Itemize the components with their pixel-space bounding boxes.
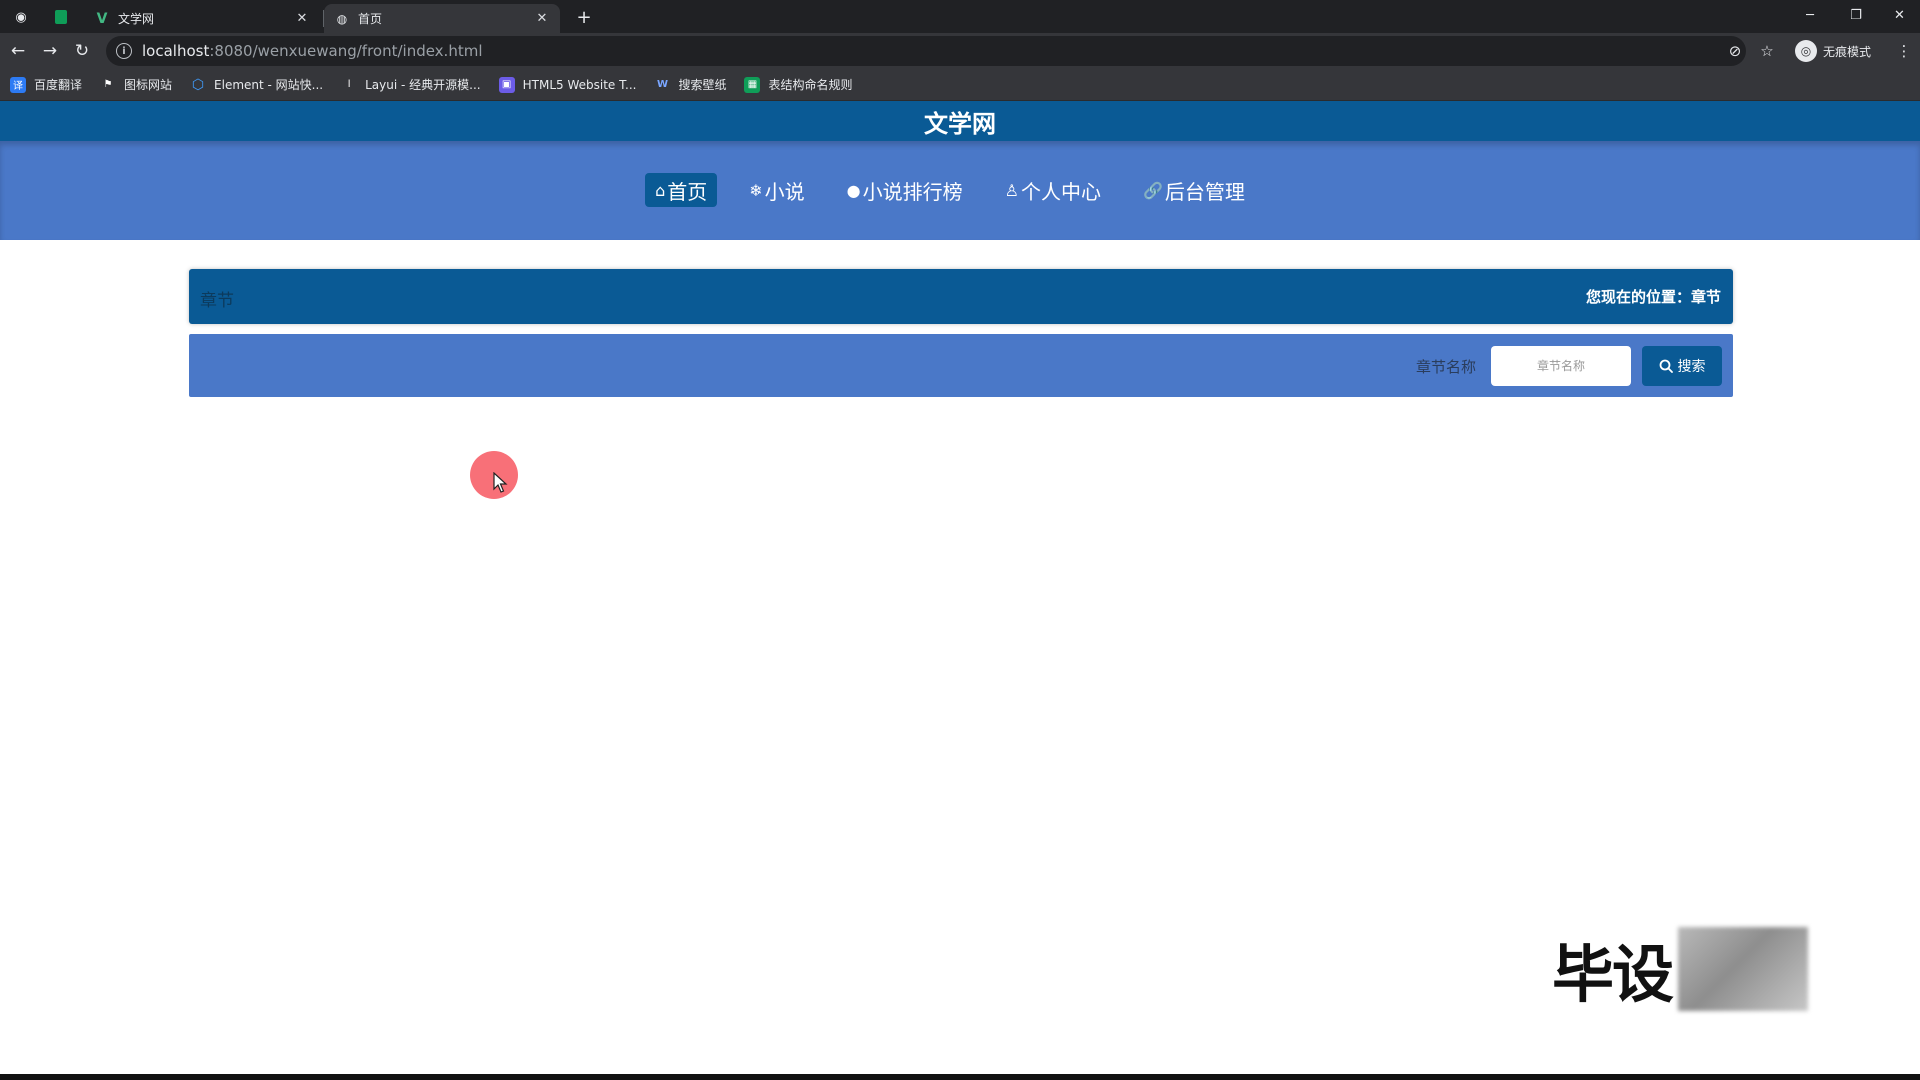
- breadcrumb: 章节 您现在的位置：章节: [189, 269, 1733, 324]
- watermark: 毕设: [1552, 926, 1816, 1012]
- globe-icon: ◍: [336, 11, 348, 26]
- nav-label: 小说: [764, 179, 805, 204]
- incognito-profile-button[interactable]: ◎ 无痕模式: [1795, 39, 1871, 63]
- main-nav: ⌂ 首页 ❄ 小说 ● 小说排行榜 ♙ 个人中心 🔗 后台管理: [0, 173, 1920, 207]
- screen-bottom-edge: [0, 1074, 1920, 1080]
- site-header: 文学网: [0, 101, 1920, 141]
- bookmark-item[interactable]: W 搜索壁纸: [654, 76, 727, 93]
- flag-icon: ⚑: [103, 79, 113, 90]
- bookmark-item[interactable]: ⚑ 图标网站: [100, 76, 173, 93]
- bookmark-label: 表结构命名规则: [768, 78, 853, 92]
- snowflake-icon: ❄: [749, 180, 763, 200]
- nav-label: 小说排行榜: [862, 179, 963, 204]
- tab-wenxuewang[interactable]: V 文学网 ✕: [84, 4, 320, 33]
- element-logo-icon: ⬡: [191, 76, 205, 93]
- pinned-tab-sheets-icon[interactable]: [50, 6, 72, 28]
- layui-logo-icon: l: [347, 79, 351, 90]
- section-title: 章节: [200, 291, 234, 311]
- nav-item-ranking[interactable]: ● 小说排行榜: [837, 173, 973, 207]
- search-button-label: 搜索: [1677, 359, 1706, 375]
- bookmark-label: Element - 网站快...: [214, 78, 324, 92]
- url-host: localhost: [142, 42, 210, 60]
- tab-title: 文学网: [118, 12, 155, 26]
- url-path: :8080/wenxuewang/front/index.html: [209, 42, 483, 60]
- bookmark-label: 百度翻译: [34, 78, 83, 92]
- browser-toolbar: ← → ↻ i localhost:8080/wenxuewang/front/…: [0, 33, 1920, 69]
- bookmark-item[interactable]: ⬡ Element - 网站快...: [190, 76, 323, 93]
- nav-item-profile[interactable]: ♙ 个人中心: [995, 173, 1111, 207]
- restore-icon[interactable]: ❐: [1833, 0, 1879, 30]
- nav-item-home[interactable]: ⌂ 首页: [645, 173, 718, 207]
- sheet-icon: ▦: [744, 76, 761, 93]
- nav-label: 首页: [667, 179, 708, 204]
- search-button[interactable]: 搜索: [1642, 346, 1722, 386]
- close-icon[interactable]: ✕: [534, 11, 550, 26]
- nav-label: 后台管理: [1164, 179, 1245, 204]
- watermark-text: 毕设: [1552, 938, 1674, 1011]
- home-icon: ⌂: [655, 180, 666, 200]
- bookmark-label: Layui - 经典开源模...: [365, 78, 481, 92]
- globe-icon: ●: [846, 180, 861, 200]
- search-label: 章节名称: [1416, 358, 1477, 376]
- watermark-blurred-area: [1678, 927, 1809, 1011]
- star-icon[interactable]: ☆: [1757, 41, 1777, 61]
- more-menu-icon[interactable]: ⋮: [1894, 41, 1914, 61]
- bookmark-item[interactable]: ▦ 表结构命名规则: [744, 76, 852, 93]
- current-location: 您现在的位置：章节: [1585, 288, 1721, 306]
- window-close-icon[interactable]: ✕: [1879, 0, 1920, 30]
- bookmark-label: 图标网站: [124, 78, 173, 92]
- tab-title: 首页: [358, 12, 383, 26]
- screen: ◉ V 文学网 ✕ ◍ 首页 ✕ + ─ ❐ ✕ ← → ↻ i localho…: [0, 0, 1920, 1080]
- back-arrow-icon[interactable]: ←: [6, 39, 30, 63]
- profile-label: 无痕模式: [1823, 44, 1872, 59]
- cursor-arrow-icon: [493, 472, 508, 493]
- user-icon: ♙: [1004, 180, 1019, 200]
- site-title: 文学网: [924, 109, 996, 138]
- tab-home[interactable]: ◍ 首页 ✕: [324, 4, 560, 33]
- close-icon[interactable]: ✕: [294, 11, 310, 26]
- info-icon[interactable]: i: [116, 43, 132, 59]
- nav-band: ⌂ 首页 ❄ 小说 ● 小说排行榜 ♙ 个人中心 🔗 后台管理: [0, 141, 1920, 240]
- browser-tab-strip: ◉ V 文学网 ✕ ◍ 首页 ✕ + ─ ❐ ✕: [0, 0, 1920, 33]
- nav-item-admin[interactable]: 🔗 后台管理: [1133, 173, 1255, 207]
- address-bar[interactable]: i localhost:8080/wenxuewang/front/index.…: [106, 36, 1746, 66]
- bookmark-item[interactable]: ▣ HTML5 Website T...: [498, 76, 637, 93]
- bookmarks-bar: 译 百度翻译 ⚑ 图标网站 ⬡ Element - 网站快... l Layui…: [0, 69, 1920, 101]
- reload-icon[interactable]: ↻: [70, 39, 94, 63]
- bookmark-label: HTML5 Website T...: [522, 77, 637, 92]
- search-bar: 章节名称 搜索: [189, 334, 1733, 397]
- incognito-icon: ◎: [1795, 40, 1817, 62]
- tab-search-icon[interactable]: ◉: [10, 6, 32, 28]
- forward-arrow-icon[interactable]: →: [38, 39, 62, 63]
- new-tab-button[interactable]: +: [572, 6, 596, 28]
- search-icon: [1659, 359, 1673, 373]
- translate-icon: 译: [10, 76, 26, 93]
- nav-label: 个人中心: [1020, 179, 1101, 204]
- html5-template-icon: ▣: [498, 76, 515, 93]
- bookmark-label: 搜索壁纸: [678, 78, 727, 92]
- chapter-name-input[interactable]: [1491, 346, 1631, 386]
- nav-item-novels[interactable]: ❄ 小说: [739, 173, 814, 207]
- bookmark-item[interactable]: 译 百度翻译: [10, 76, 82, 93]
- minimize-icon[interactable]: ─: [1787, 0, 1833, 30]
- wallpaper-icon: W: [656, 79, 668, 90]
- bookmark-item[interactable]: l Layui - 经典开源模...: [341, 76, 481, 93]
- vue-logo-icon: V: [96, 10, 108, 27]
- link-icon: 🔗: [1142, 180, 1163, 200]
- eye-off-icon[interactable]: ⊘: [1725, 41, 1745, 61]
